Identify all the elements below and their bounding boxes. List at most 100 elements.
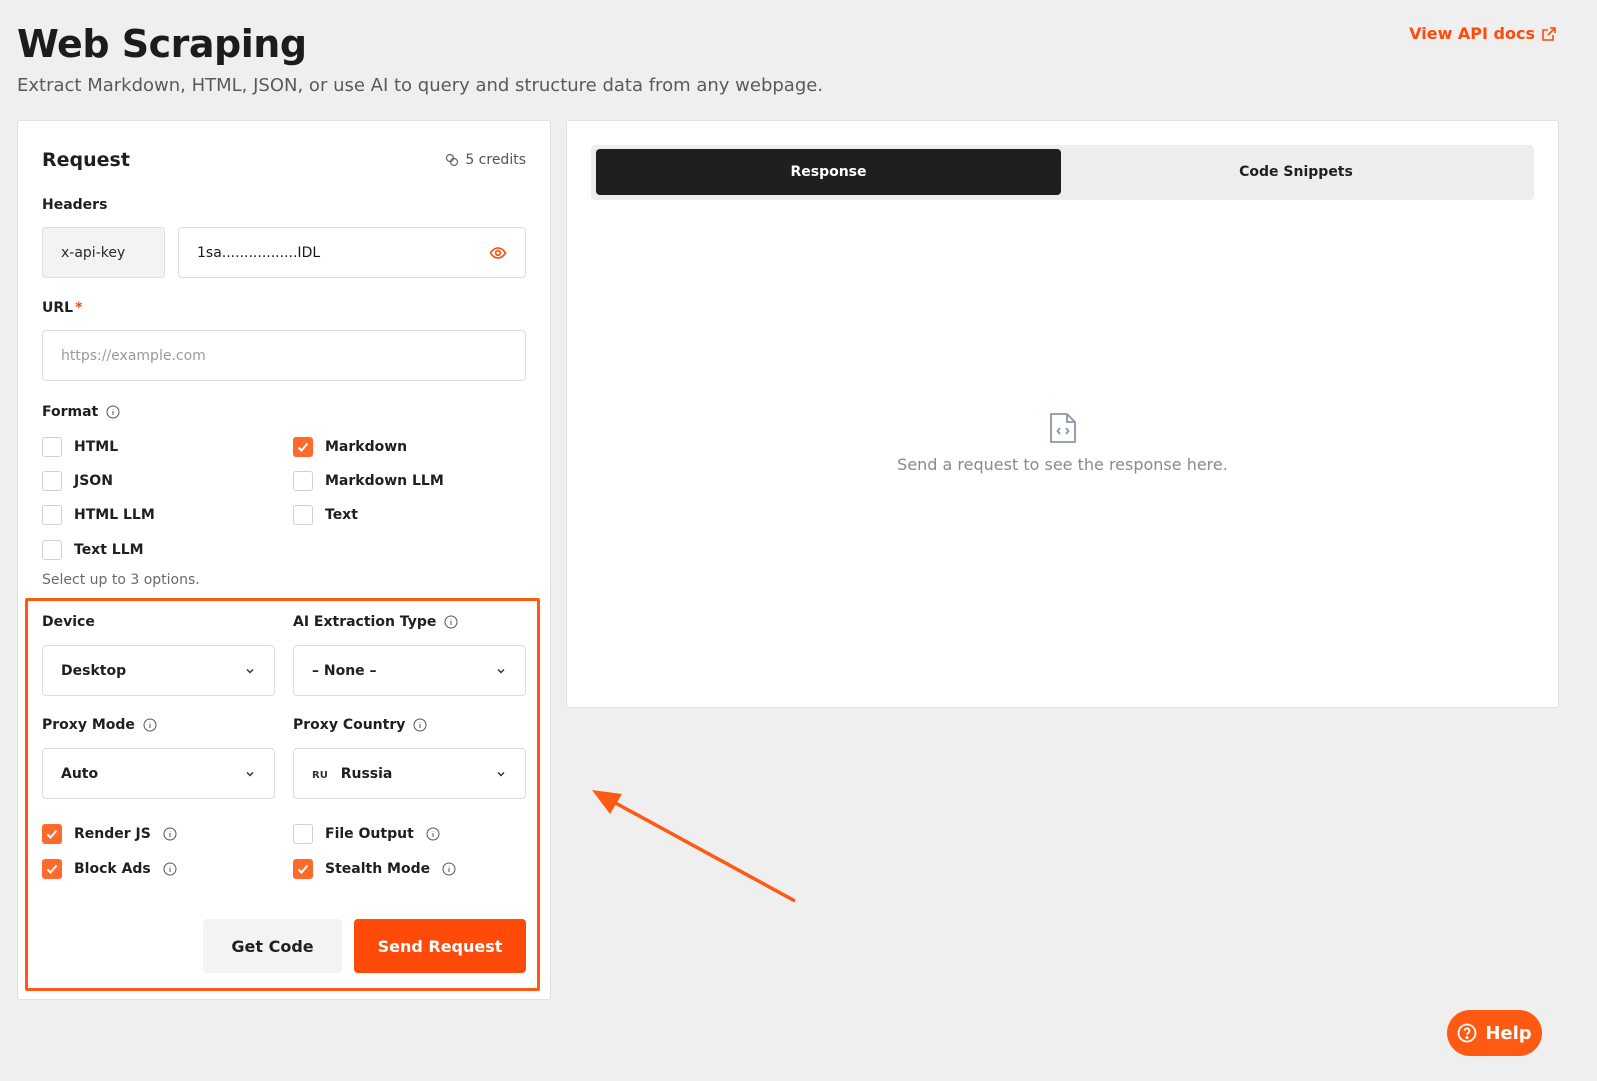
chevron-down-icon — [497, 771, 505, 777]
request-panel: Request 5 credits Headers x-api-key 1sa.… — [17, 120, 551, 1000]
option-label: Render JS — [74, 826, 151, 842]
info-icon[interactable] — [106, 405, 120, 419]
info-icon[interactable] — [442, 862, 456, 876]
chevron-down-icon — [246, 668, 254, 674]
format-option-markdown-llm[interactable]: Markdown LLM — [293, 471, 444, 491]
info-icon[interactable] — [163, 827, 177, 841]
checkbox-html-llm[interactable] — [42, 505, 62, 525]
required-marker: * — [75, 300, 83, 316]
format-option-label: Markdown — [325, 439, 408, 455]
response-empty-state: Send a request to see the response here. — [567, 411, 1558, 474]
header-key-field[interactable]: x-api-key — [42, 227, 165, 278]
header-value-text: 1sa.................IDL — [197, 244, 321, 261]
option-label: File Output — [325, 826, 414, 842]
ai-extraction-select[interactable]: – None – — [293, 645, 526, 696]
format-option-html[interactable]: HTML — [42, 437, 118, 457]
proxy-mode-select-value: Auto — [61, 765, 99, 782]
format-option-markdown[interactable]: Markdown — [293, 437, 407, 457]
chevron-down-icon — [246, 771, 254, 777]
tab-code-snippets[interactable]: Code Snippets — [1061, 149, 1531, 195]
ai-extraction-select-value: – None – — [312, 662, 377, 679]
checkbox-markdown[interactable] — [293, 437, 313, 457]
check-icon — [46, 829, 58, 839]
proxy-mode-label: Proxy Mode — [42, 717, 157, 733]
help-label: Help — [1485, 1022, 1532, 1044]
device-select[interactable]: Desktop — [42, 645, 275, 696]
format-option-label: HTML LLM — [74, 507, 155, 523]
format-option-text-llm[interactable]: Text LLM — [42, 540, 144, 560]
url-input[interactable]: https://example.com — [42, 330, 526, 381]
proxy-country-label-text: Proxy Country — [293, 717, 406, 733]
checkbox-render-js[interactable] — [42, 824, 62, 844]
info-icon[interactable] — [444, 615, 458, 629]
info-icon[interactable] — [143, 718, 157, 732]
checkbox-json[interactable] — [42, 471, 62, 491]
checkbox-text[interactable] — [293, 505, 313, 525]
eye-icon[interactable] — [489, 244, 507, 262]
format-option-label: HTML — [74, 439, 119, 455]
chevron-down-icon — [497, 668, 505, 674]
option-block-ads[interactable]: Block Ads — [42, 859, 177, 879]
format-option-text[interactable]: Text — [293, 505, 358, 525]
proxy-country-select[interactable]: RU Russia — [293, 748, 526, 799]
ai-extraction-label: AI Extraction Type — [293, 614, 458, 630]
proxy-mode-select[interactable]: Auto — [42, 748, 275, 799]
checkbox-stealth-mode[interactable] — [293, 859, 313, 879]
proxy-country-select-value: Russia — [340, 765, 393, 782]
response-panel: Response Code Snippets Send a request to… — [566, 120, 1559, 708]
checkbox-file-output[interactable] — [293, 824, 313, 844]
option-file-output[interactable]: File Output — [293, 824, 440, 844]
format-label-text: Format — [42, 404, 99, 420]
option-render-js[interactable]: Render JS — [42, 824, 177, 844]
external-link-icon — [1542, 26, 1556, 41]
credits-text: 5 credits — [465, 152, 526, 168]
help-button[interactable]: Help — [1447, 1010, 1542, 1056]
annotation-arrow — [592, 790, 796, 903]
info-icon[interactable] — [163, 862, 177, 876]
question-icon — [1457, 1023, 1477, 1043]
check-icon — [297, 442, 309, 452]
info-icon[interactable] — [426, 827, 440, 841]
proxy-country-label: Proxy Country — [293, 717, 427, 733]
get-code-button[interactable]: Get Code — [203, 919, 342, 973]
credits-indicator: 5 credits — [445, 152, 526, 168]
checkbox-text-llm[interactable] — [42, 540, 62, 560]
proxy-country-select-value-group: RU Russia — [312, 766, 392, 782]
view-api-docs-link[interactable]: View API docs — [1409, 24, 1557, 43]
checkbox-html[interactable] — [42, 437, 62, 457]
ai-extraction-label-text: AI Extraction Type — [293, 614, 437, 630]
header-value-field[interactable]: 1sa.................IDL — [178, 227, 526, 278]
proxy-mode-label-text: Proxy Mode — [42, 717, 135, 733]
request-title: Request — [42, 149, 130, 171]
check-icon — [297, 864, 309, 874]
headers-label: Headers — [42, 197, 108, 213]
tab-response[interactable]: Response — [596, 149, 1061, 195]
format-option-label: JSON — [74, 473, 113, 489]
country-code: RU — [312, 769, 328, 781]
format-option-label: Text — [325, 507, 358, 523]
option-label: Block Ads — [74, 861, 151, 877]
checkbox-markdown-llm[interactable] — [293, 471, 313, 491]
view-api-docs-label: View API docs — [1409, 24, 1535, 43]
code-file-icon — [1049, 413, 1076, 443]
send-request-button[interactable]: Send Request — [354, 919, 526, 973]
option-stealth-mode[interactable]: Stealth Mode — [293, 859, 456, 879]
checkbox-block-ads[interactable] — [42, 859, 62, 879]
device-select-value: Desktop — [61, 662, 127, 679]
response-empty-text: Send a request to see the response here. — [897, 455, 1228, 474]
format-option-html-llm[interactable]: HTML LLM — [42, 505, 155, 525]
page-subtitle: Extract Markdown, HTML, JSON, or use AI … — [17, 75, 824, 96]
check-icon — [46, 864, 58, 874]
format-option-label: Markdown LLM — [325, 473, 444, 489]
format-hint: Select up to 3 options. — [42, 572, 200, 588]
device-label: Device — [42, 614, 95, 630]
page-title: Web Scraping — [17, 22, 307, 66]
info-icon[interactable] — [413, 718, 427, 732]
format-label: Format — [42, 404, 120, 420]
coins-icon — [446, 153, 459, 167]
response-tabbar: Response Code Snippets — [591, 145, 1534, 200]
url-label-text: URL — [42, 300, 74, 316]
format-option-label: Text LLM — [74, 542, 144, 558]
option-label: Stealth Mode — [325, 861, 431, 877]
format-option-json[interactable]: JSON — [42, 471, 113, 491]
